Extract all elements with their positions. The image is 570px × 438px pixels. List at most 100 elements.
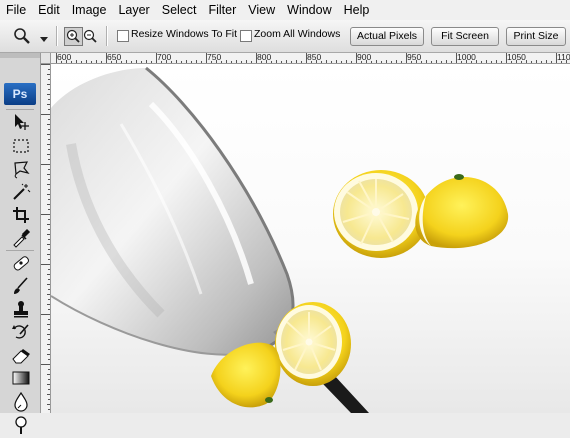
ruler-tick	[47, 354, 50, 355]
menu-filter[interactable]: Filter	[202, 0, 242, 20]
zoom-out-icon[interactable]	[82, 28, 99, 48]
ruler-tick	[41, 314, 50, 315]
actual-pixels-button[interactable]: Actual Pixels	[350, 27, 424, 46]
ruler-tick	[496, 60, 497, 63]
ruler-tick	[241, 61, 242, 63]
ruler-tick	[451, 61, 452, 63]
ruler-tick	[111, 61, 112, 63]
ruler-tick	[48, 309, 50, 310]
ruler-tick	[131, 61, 132, 63]
ruler-tick	[47, 154, 50, 155]
ruler-tick	[41, 364, 50, 365]
ruler-tick	[441, 61, 442, 63]
menu-view[interactable]: View	[242, 0, 281, 20]
menu-help[interactable]: Help	[338, 0, 376, 20]
document-canvas[interactable]	[51, 64, 570, 413]
ruler-tick	[47, 94, 50, 95]
options-separator	[56, 26, 58, 46]
clone-stamp-tool-icon[interactable]	[10, 298, 32, 320]
zoom-tool-icon[interactable]	[12, 26, 34, 49]
ruler-tick	[41, 264, 50, 265]
ruler-label: 600	[57, 53, 72, 62]
menu-select[interactable]: Select	[156, 0, 203, 20]
resize-windows-label: Resize Windows To Fit	[131, 28, 238, 40]
ruler-tick	[71, 61, 72, 63]
ruler-tick	[101, 61, 102, 63]
ruler-tick	[321, 61, 322, 63]
ruler-tick	[436, 60, 437, 63]
ruler-tick	[48, 179, 50, 180]
ruler-tick	[336, 60, 337, 63]
ruler-label: 700	[157, 53, 172, 62]
toolbox-grip[interactable]	[0, 53, 40, 58]
zoom-in-icon[interactable]	[64, 27, 83, 46]
ruler-tick	[306, 53, 307, 63]
ruler-tick	[281, 61, 282, 63]
ruler-tick	[246, 60, 247, 63]
ruler-tick	[261, 61, 262, 63]
ruler-tick	[47, 274, 50, 275]
dodge-tool-icon[interactable]	[10, 413, 32, 435]
ruler-tick	[546, 60, 547, 63]
ruler-tick	[48, 269, 50, 270]
photoshop-logo[interactable]: Ps	[4, 83, 36, 105]
brush-tool-icon[interactable]	[10, 275, 32, 297]
ruler-tick	[501, 61, 502, 63]
ruler-tick	[136, 60, 137, 63]
vertical-ruler[interactable]	[41, 64, 51, 413]
ruler-tick	[47, 244, 50, 245]
print-size-button[interactable]: Print Size	[506, 27, 566, 46]
ruler-tick	[48, 319, 50, 320]
options-bar: Resize Windows To Fit Zoom All Windows A…	[0, 20, 570, 53]
ruler-tick	[541, 61, 542, 63]
ruler-tick	[48, 279, 50, 280]
marquee-tool-icon[interactable]	[10, 135, 32, 157]
ruler-tick	[47, 294, 50, 295]
ruler-tick	[47, 394, 50, 395]
ruler-tick	[48, 289, 50, 290]
menu-image[interactable]: Image	[66, 0, 113, 20]
ruler-tick	[91, 61, 92, 63]
gradient-tool-icon[interactable]	[10, 367, 32, 389]
ruler-tick	[47, 174, 50, 175]
menu-edit[interactable]: Edit	[32, 0, 66, 20]
blur-tool-icon[interactable]	[10, 390, 32, 412]
tool-preset-dropdown-icon[interactable]	[40, 32, 48, 46]
move-tool-icon[interactable]	[10, 111, 32, 133]
ruler-tick	[476, 60, 477, 63]
eraser-tool-icon[interactable]	[10, 344, 32, 366]
ruler-tick	[48, 349, 50, 350]
ruler-tick	[151, 61, 152, 63]
menu-window[interactable]: Window	[281, 0, 337, 20]
ruler-tick	[406, 53, 407, 63]
ruler-tick	[48, 129, 50, 130]
magic-wand-tool-icon[interactable]	[10, 181, 32, 203]
healing-brush-tool-icon[interactable]	[10, 252, 32, 274]
ruler-tick	[351, 61, 352, 63]
eyedropper-tool-icon[interactable]	[10, 227, 32, 249]
history-brush-tool-icon[interactable]	[10, 321, 32, 343]
ruler-tick	[421, 61, 422, 63]
ruler-tick	[47, 194, 50, 195]
ruler-tick	[196, 60, 197, 63]
ruler-tick	[61, 61, 62, 63]
ruler-label: 650	[107, 53, 122, 62]
horizontal-ruler[interactable]: 600 650 700 750 800 850 900 950 1000 105…	[51, 53, 570, 64]
ruler-tick	[446, 60, 447, 63]
ruler-tick	[48, 339, 50, 340]
ruler-tick	[381, 61, 382, 63]
ruler-tick	[466, 60, 467, 63]
fit-screen-button[interactable]: Fit Screen	[431, 27, 499, 46]
crop-tool-icon[interactable]	[10, 204, 32, 226]
menu-layer[interactable]: Layer	[112, 0, 155, 20]
ruler-tick	[461, 61, 462, 63]
ruler-tick	[391, 61, 392, 63]
resize-windows-checkbox[interactable]	[117, 30, 129, 42]
menu-file[interactable]: File	[0, 0, 32, 20]
ruler-tick	[311, 61, 312, 63]
ruler-tick	[41, 164, 50, 165]
lasso-tool-icon[interactable]	[10, 158, 32, 180]
ruler-origin[interactable]	[41, 53, 51, 64]
ruler-tick	[47, 184, 50, 185]
zoom-all-windows-checkbox[interactable]	[240, 30, 252, 42]
